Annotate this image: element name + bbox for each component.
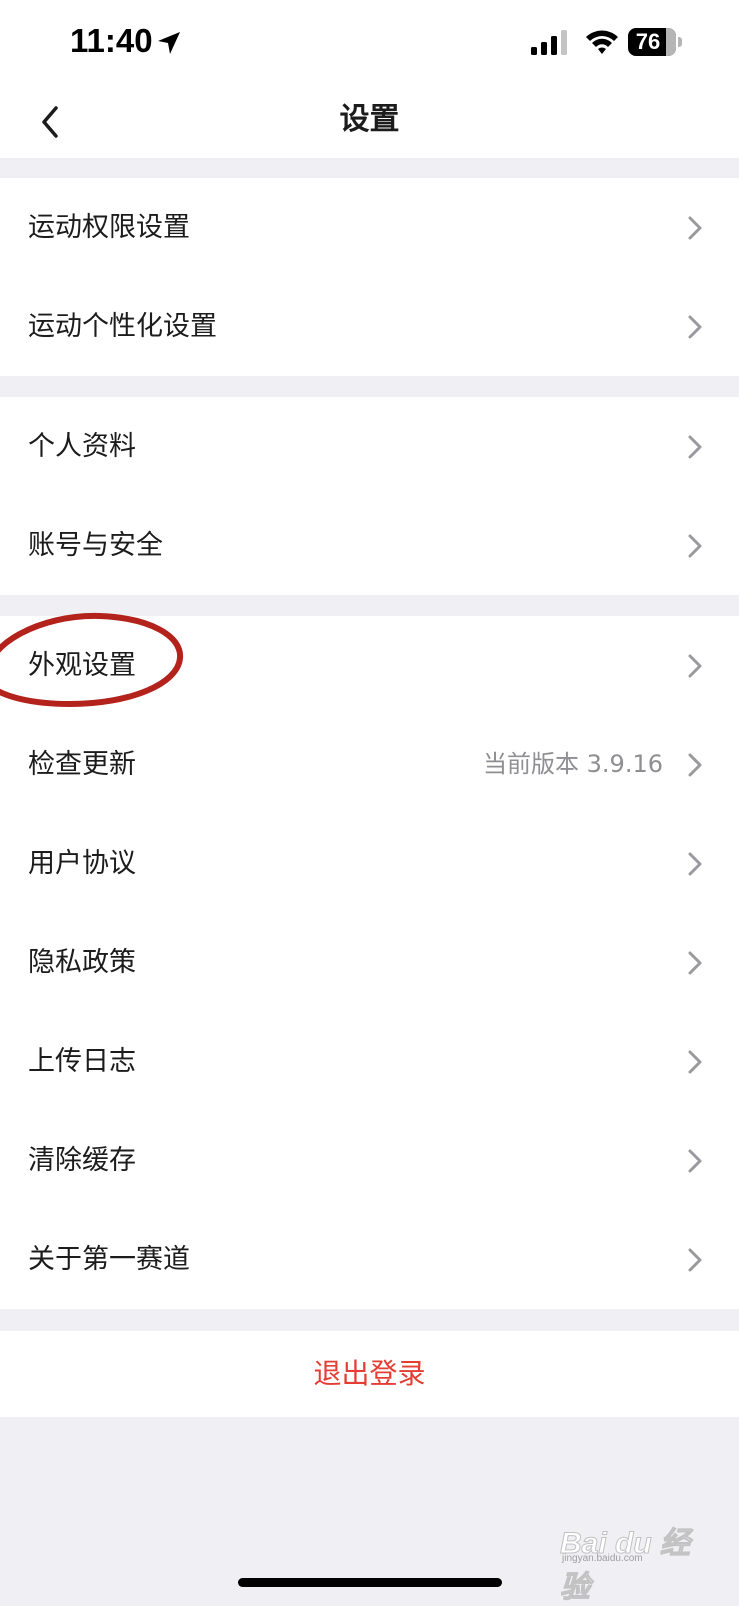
- settings-row-sport-personalization[interactable]: 运动个性化设置: [0, 277, 739, 376]
- chevron-right-icon: [688, 216, 702, 240]
- row-label: 个人资料: [28, 431, 136, 462]
- row-label: 上传日志: [28, 1046, 136, 1077]
- settings-row-appearance[interactable]: 外观设置: [0, 616, 739, 715]
- settings-row-account-security[interactable]: 账号与安全: [0, 496, 739, 595]
- logout-section: 退出登录: [0, 1331, 739, 1417]
- current-version-value: 当前版本 3.9.16: [483, 750, 663, 778]
- chevron-right-icon: [688, 315, 702, 339]
- row-label: 外观设置: [28, 650, 136, 681]
- chevron-right-icon: [688, 852, 702, 876]
- row-label: 运动个性化设置: [28, 311, 217, 342]
- logout-button[interactable]: 退出登录: [0, 1331, 739, 1417]
- settings-row-check-update[interactable]: 检查更新 当前版本 3.9.16: [0, 715, 739, 814]
- wifi-icon: [586, 30, 618, 54]
- navigation-bar: 设置: [0, 88, 739, 158]
- settings-group-account: 个人资料 账号与安全: [0, 397, 739, 595]
- chevron-right-icon: [688, 1248, 702, 1272]
- cellular-signal-icon: [531, 30, 567, 55]
- chevron-right-icon: [688, 951, 702, 975]
- row-label: 清除缓存: [28, 1145, 136, 1176]
- status-time: 11:40: [70, 22, 153, 59]
- settings-row-about[interactable]: 关于第一赛道: [0, 1210, 739, 1309]
- row-label: 隐私政策: [28, 947, 136, 978]
- chevron-right-icon: [688, 753, 702, 777]
- page-title: 设置: [339, 102, 400, 137]
- settings-row-user-agreement[interactable]: 用户协议: [0, 814, 739, 913]
- battery-level: 76: [635, 29, 661, 54]
- chevron-right-icon: [688, 534, 702, 558]
- settings-row-profile[interactable]: 个人资料: [0, 397, 739, 496]
- settings-group-general: 外观设置 检查更新 当前版本 3.9.16 用户协议 隐私政策 上传日志 清除缓…: [0, 616, 739, 1309]
- watermark-subtext: jingyan.baidu.com: [562, 1553, 643, 1564]
- status-bar: 11:40 76: [0, 0, 739, 88]
- battery-indicator: 76: [628, 28, 682, 56]
- row-label: 用户协议: [28, 848, 136, 879]
- chevron-right-icon: [688, 1050, 702, 1074]
- row-label: 账号与安全: [28, 530, 163, 561]
- row-label: 关于第一赛道: [28, 1244, 190, 1275]
- row-label: 运动权限设置: [28, 212, 190, 243]
- settings-row-sport-permissions[interactable]: 运动权限设置: [0, 178, 739, 277]
- settings-row-clear-cache[interactable]: 清除缓存: [0, 1111, 739, 1210]
- chevron-right-icon: [688, 435, 702, 459]
- home-indicator[interactable]: [238, 1578, 502, 1587]
- back-button[interactable]: [30, 100, 74, 144]
- baidu-watermark: Bai du 经验 jingyan.baidu.com: [560, 1516, 710, 1605]
- row-label: 检查更新: [28, 749, 136, 780]
- settings-group-sport: 运动权限设置 运动个性化设置: [0, 178, 739, 376]
- chevron-right-icon: [688, 1149, 702, 1173]
- settings-row-upload-logs[interactable]: 上传日志: [0, 1012, 739, 1111]
- settings-row-privacy-policy[interactable]: 隐私政策: [0, 913, 739, 1012]
- location-arrow-icon: [158, 32, 180, 54]
- chevron-right-icon: [688, 654, 702, 678]
